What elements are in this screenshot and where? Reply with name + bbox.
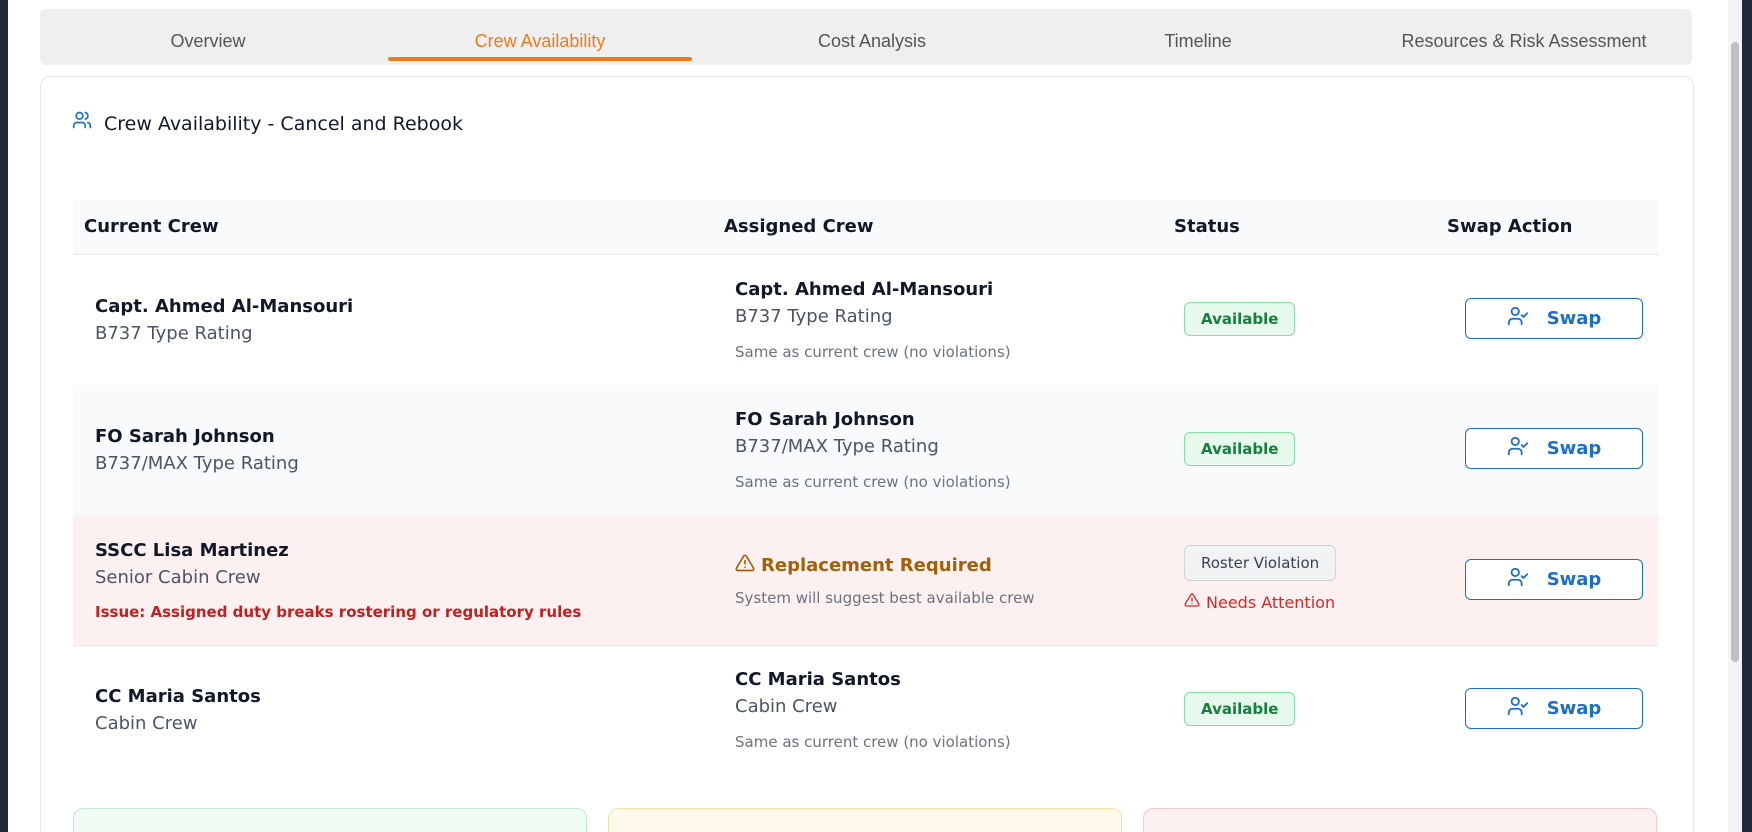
- swap-label: Swap: [1546, 698, 1602, 719]
- swap-button[interactable]: Swap: [1465, 298, 1643, 339]
- status-badge: Available: [1184, 432, 1296, 466]
- table-row: SSCC Lisa Martinez Senior Cabin Crew Iss…: [73, 515, 1658, 646]
- current-crew-role: B737/MAX Type Rating: [95, 453, 299, 474]
- assigned-crew-note: Same as current crew (no violations): [735, 473, 1011, 491]
- assigned-crew-name: Capt. Ahmed Al-Mansouri: [735, 279, 994, 300]
- table-row: FO Sarah Johnson B737/MAX Type Rating FO…: [73, 385, 1658, 516]
- current-crew-name: SSCC Lisa Martinez: [95, 540, 289, 561]
- current-crew-name: Capt. Ahmed Al-Mansouri: [95, 296, 354, 317]
- scrollbar-thumb[interactable]: [1731, 42, 1739, 662]
- col-assigned-crew: Assigned Crew: [724, 216, 874, 237]
- user-check-icon: [1507, 435, 1547, 462]
- tab-crew-availability[interactable]: Crew Availability: [380, 29, 700, 53]
- active-tab-indicator: [388, 57, 692, 61]
- replacement-required-label: Replacement Required: [761, 555, 992, 576]
- current-crew-role: Senior Cabin Crew: [95, 567, 261, 588]
- tab-resources-risk[interactable]: Resources & Risk Assessment: [1364, 29, 1684, 53]
- table-row: CC Maria Santos Cabin Crew CC Maria Sant…: [73, 645, 1658, 775]
- assigned-crew-role: B737/MAX Type Rating: [735, 436, 939, 457]
- current-crew-role: Cabin Crew: [95, 713, 198, 734]
- replacement-required: Replacement Required: [735, 553, 992, 578]
- crew-issue-text: Issue: Assigned duty breaks rostering or…: [95, 603, 582, 621]
- user-check-icon: [1507, 695, 1547, 722]
- col-swap-action: Swap Action: [1447, 216, 1573, 237]
- tab-cost-analysis[interactable]: Cost Analysis: [712, 29, 1032, 53]
- summary-card-pending: [608, 808, 1122, 832]
- swap-button[interactable]: Swap: [1465, 688, 1643, 729]
- table-row: Capt. Ahmed Al-Mansouri B737 Type Rating…: [73, 255, 1658, 386]
- assigned-crew-name: FO Sarah Johnson: [735, 409, 915, 430]
- user-check-icon: [1507, 305, 1547, 332]
- status-badge: Roster Violation: [1184, 545, 1337, 581]
- needs-attention-label: Needs Attention: [1206, 592, 1336, 612]
- table-header: Current Crew Assigned Crew Status Swap A…: [73, 200, 1658, 255]
- alert-triangle-icon: [1184, 592, 1206, 612]
- swap-label: Swap: [1546, 438, 1602, 459]
- current-crew-name: FO Sarah Johnson: [95, 426, 275, 447]
- status-badge: Available: [1184, 692, 1296, 726]
- section-title: Crew Availability - Cancel and Rebook: [104, 113, 463, 135]
- assigned-crew-note: System will suggest best available crew: [735, 589, 1035, 607]
- current-crew-role: B737 Type Rating: [95, 323, 253, 344]
- needs-attention: Needs Attention: [1184, 592, 1335, 612]
- summary-card-available: [73, 808, 587, 832]
- swap-button[interactable]: Swap: [1465, 559, 1643, 600]
- crew-dialog: Overview Crew Availability Cost Analysis…: [8, 0, 1742, 832]
- swap-button[interactable]: Swap: [1465, 428, 1643, 469]
- tab-timeline[interactable]: Timeline: [1038, 29, 1358, 53]
- summary-card-violations: [1143, 808, 1657, 832]
- status-badge: Available: [1184, 302, 1296, 336]
- assigned-crew-role: B737 Type Rating: [735, 306, 893, 327]
- swap-label: Swap: [1546, 569, 1602, 590]
- tab-overview[interactable]: Overview: [48, 29, 368, 53]
- col-current-crew: Current Crew: [84, 216, 219, 237]
- assigned-crew-note: Same as current crew (no violations): [735, 733, 1011, 751]
- alert-triangle-icon: [735, 553, 761, 578]
- col-status: Status: [1174, 216, 1240, 237]
- section-header: Crew Availability - Cancel and Rebook: [72, 110, 463, 138]
- assigned-crew-name: CC Maria Santos: [735, 669, 901, 690]
- users-icon: [72, 110, 104, 138]
- assigned-crew-note: Same as current crew (no violations): [735, 343, 1011, 361]
- current-crew-name: CC Maria Santos: [95, 686, 261, 707]
- user-check-icon: [1507, 566, 1547, 593]
- swap-label: Swap: [1546, 308, 1602, 329]
- assigned-crew-role: Cabin Crew: [735, 696, 838, 717]
